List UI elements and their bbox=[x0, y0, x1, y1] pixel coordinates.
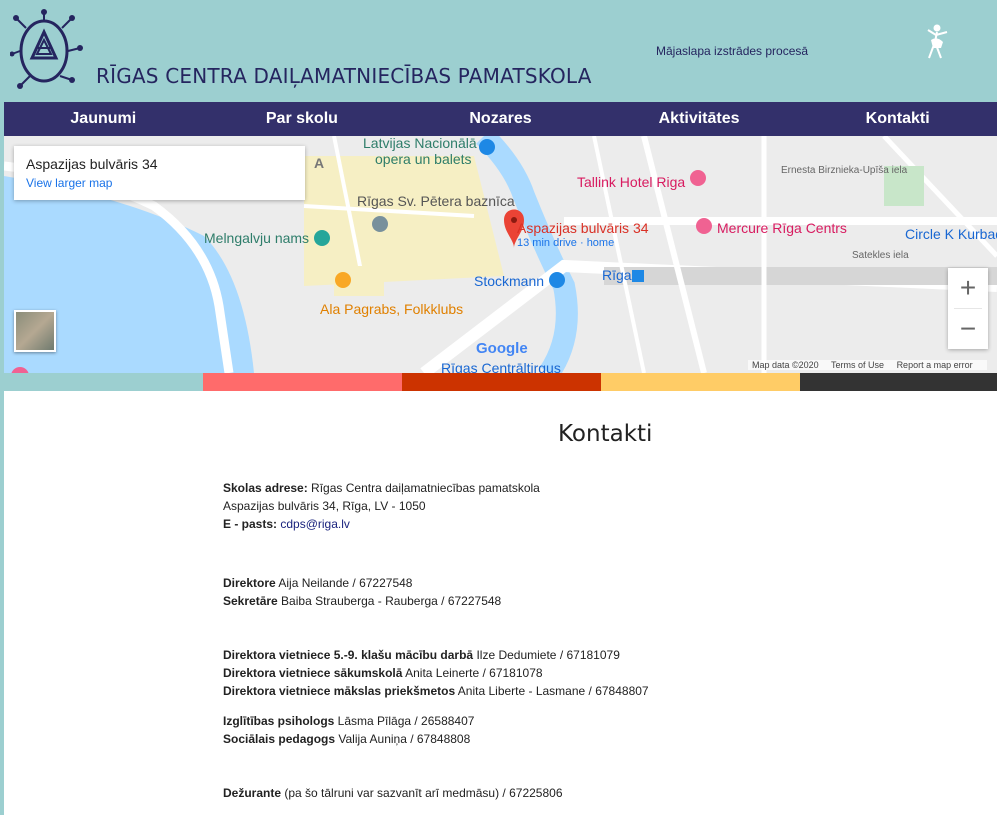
map-label-centraltirgus: Rīgas Centrāltirgus bbox=[441, 360, 561, 373]
director-value: Aija Neilande / 67227548 bbox=[275, 576, 413, 590]
support-staff-block: Izglītības psihologs Lāsma Pīlāga / 2658… bbox=[223, 712, 474, 748]
social-pedagogue-value: Valija Auniņa / 67848808 bbox=[335, 732, 471, 746]
map-place-card: Aspazijas bulvāris 34 View larger map bbox=[14, 146, 305, 200]
deputy1-label: Direktora vietniece 5.-9. klašu mācību d… bbox=[223, 648, 474, 662]
contacts-section: Kontakti Skolas adrese: Rīgas Centra dai… bbox=[4, 391, 997, 815]
deputy3-label: Direktora vietniece mākslas priekšmetos bbox=[223, 684, 456, 698]
director-label: Direktore bbox=[223, 576, 276, 590]
nav-item-nozares[interactable]: Nozares bbox=[401, 102, 600, 136]
color-stripe-4 bbox=[601, 373, 800, 391]
nav-item-par-skolu[interactable]: Par skolu bbox=[203, 102, 402, 136]
address-value: Rīgas Centra daiļamatniecības pamatskola bbox=[307, 481, 540, 495]
psychologist-value: Lāsma Pīlāga / 26588407 bbox=[334, 714, 475, 728]
terms-of-use-link[interactable]: Terms of Use bbox=[831, 360, 884, 370]
satellite-toggle[interactable] bbox=[14, 310, 56, 352]
view-larger-map-link[interactable]: View larger map bbox=[26, 176, 112, 190]
deputy2-label: Direktora vietniece sākumskolā bbox=[223, 666, 403, 680]
map-label-melngalvju: Melngalvju nams bbox=[204, 230, 309, 246]
map-label-birznieka: Ernesta Birznieka-Upīša iela bbox=[781, 165, 908, 176]
deputies-block: Direktora vietniece 5.-9. klašu mācību d… bbox=[223, 646, 649, 700]
map-label-stockmann: Stockmann bbox=[474, 273, 544, 289]
zoom-control: + − bbox=[948, 268, 988, 349]
color-stripe-3 bbox=[402, 373, 601, 391]
map-label-church: Rīgas Sv. Pētera baznīca bbox=[357, 193, 515, 209]
map-label-tallink: Tallink Hotel Riga bbox=[577, 174, 685, 190]
map-label-mercure: Mercure Rīga Centrs bbox=[717, 220, 847, 236]
school-logo-icon[interactable] bbox=[10, 8, 86, 94]
map-label-circle: Circle K Kurbad bbox=[905, 226, 997, 242]
address-label: Skolas adrese: bbox=[223, 481, 308, 495]
duty-value: (pa šo tālruni var sazvanīt arī medmāsu)… bbox=[281, 786, 563, 800]
color-stripe-2 bbox=[203, 373, 402, 391]
header: RĪGAS CENTRA DAIĻAMATNIECĪBAS PAMATSKOLA… bbox=[0, 0, 997, 102]
address-block: Skolas adrese: Rīgas Centra daiļamatniec… bbox=[223, 479, 540, 533]
duty-label: Dežurante bbox=[223, 786, 282, 800]
email-link[interactable]: cdps@riga.lv bbox=[280, 517, 350, 531]
psychologist-label: Izglītības psihologs bbox=[223, 714, 335, 728]
map-label-satekles: Satekles iela bbox=[852, 250, 909, 261]
director-block: Direktore Aija Neilande / 67227548 Sekre… bbox=[223, 574, 501, 610]
social-pedagogue-label: Sociālais pedagogs bbox=[223, 732, 336, 746]
address-line2: Aspazijas bulvāris 34, Rīga, LV - 1050 bbox=[223, 499, 426, 513]
duty-block: Dežurante (pa šo tālruni var sazvanīt ar… bbox=[223, 784, 563, 802]
zoom-out-button[interactable]: − bbox=[948, 309, 988, 349]
map-pin-sub: 13 min drive · home bbox=[517, 237, 614, 249]
map-label-a: A bbox=[314, 155, 324, 171]
color-stripe-5 bbox=[800, 373, 997, 391]
site-title[interactable]: RĪGAS CENTRA DAIĻAMATNIECĪBAS PAMATSKOLA bbox=[96, 64, 592, 88]
map-pin-label: Aspazijas bulvāris 34 bbox=[517, 220, 649, 236]
map-data-credit: Map data ©2020 bbox=[752, 360, 819, 370]
map-label-riga: Rīga bbox=[602, 267, 632, 283]
development-notice: Mājaslapa izstrādes procesā bbox=[656, 44, 809, 58]
page-title: Kontakti bbox=[558, 421, 653, 447]
color-stripe-1 bbox=[4, 373, 203, 391]
deputy1-value: Ilze Dedumiete / 67181079 bbox=[473, 648, 620, 662]
map-footer: Map data ©2020 Terms of Use Report a map… bbox=[748, 360, 987, 370]
embedded-map[interactable]: Latvijas Nacionālā opera un balets Rīgas… bbox=[4, 136, 997, 373]
deputy2-value: Anita Leinerte / 67181078 bbox=[402, 666, 543, 680]
map-card-address: Aspazijas bulvāris 34 bbox=[26, 156, 158, 172]
report-map-error-link[interactable]: Report a map error bbox=[897, 360, 973, 370]
zoom-in-button[interactable]: + bbox=[948, 268, 988, 308]
google-logo: Google bbox=[476, 340, 528, 357]
nav-item-kontakti[interactable]: Kontakti bbox=[798, 102, 997, 136]
page: RĪGAS CENTRA DAIĻAMATNIECĪBAS PAMATSKOLA… bbox=[0, 0, 997, 815]
email-label: E - pasts: bbox=[223, 517, 278, 531]
main-navigation: Jaunumi Par skolu Nozares Aktivitātes Ko… bbox=[4, 102, 997, 136]
map-label-ala: Ala Pagrabs, Folkklubs bbox=[320, 301, 463, 317]
nav-item-aktivitates[interactable]: Aktivitātes bbox=[600, 102, 799, 136]
map-label-opera2: opera un balets bbox=[375, 151, 472, 167]
nav-item-jaunumi[interactable]: Jaunumi bbox=[4, 102, 203, 136]
dancer-figure-icon bbox=[927, 24, 948, 59]
map-label-opera: Latvijas Nacionālā bbox=[363, 136, 477, 151]
deputy3-value: Anita Liberte - Lasmane / 67848807 bbox=[455, 684, 649, 698]
secretary-value: Baiba Strauberga - Rauberga / 67227548 bbox=[277, 594, 502, 608]
secretary-label: Sekretāre bbox=[223, 594, 278, 608]
